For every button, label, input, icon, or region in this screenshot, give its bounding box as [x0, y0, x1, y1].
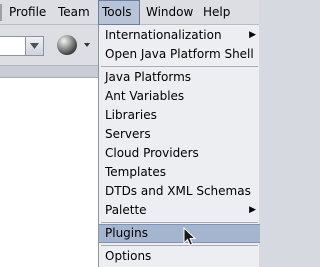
menu-item-templates[interactable]: Templates [99, 163, 260, 182]
tools-menu: Internationalization ▶ Open Java Platfor… [98, 25, 260, 267]
menu-divider [101, 245, 258, 246]
menu-item-label: Libraries [105, 108, 157, 122]
editor-panel [0, 77, 100, 267]
menu-team[interactable]: Team [55, 0, 93, 25]
menu-item-ant-variables[interactable]: Ant Variables [99, 87, 260, 106]
menu-item-label: Internationalization [105, 28, 222, 42]
menu-item-label: Ant Variables [105, 89, 185, 103]
menu-help[interactable]: Help [200, 0, 233, 25]
menu-item-label: Java Platforms [105, 70, 192, 84]
mouse-pointer-icon [183, 227, 197, 246]
chevron-down-icon [30, 43, 39, 49]
toolbar [0, 25, 100, 65]
menu-item-internationalization[interactable]: Internationalization ▶ [99, 26, 260, 45]
menu-item-servers[interactable]: Servers [99, 125, 260, 144]
menu-item-label: Templates [105, 165, 167, 179]
menu-item-cloud-providers[interactable]: Cloud Providers [99, 144, 260, 163]
menu-bar: Profile Team Tools Window Help [0, 0, 259, 25]
menu-divider [101, 66, 258, 67]
combo-dropdown-button[interactable] [25, 37, 43, 55]
menu-item-label: Open Java Platform Shell [105, 47, 254, 61]
submenu-arrow-icon: ▶ [249, 30, 256, 40]
submenu-arrow-icon: ▶ [249, 205, 256, 215]
menu-profile[interactable]: Profile [6, 0, 49, 25]
menu-item-options[interactable]: Options [99, 247, 260, 266]
menu-item-java-platforms[interactable]: Java Platforms [99, 68, 260, 87]
menu-divider [101, 222, 258, 223]
toolbar-band [0, 65, 100, 77]
menu-item-palette[interactable]: Palette ▶ [99, 201, 260, 220]
menubar-separator [0, 4, 2, 21]
menu-item-open-java-platform-shell[interactable]: Open Java Platform Shell [99, 45, 260, 64]
menu-item-label: DTDs and XML Schemas [105, 184, 251, 198]
menu-item-label: Palette [105, 203, 147, 217]
menu-item-label: Cloud Providers [105, 146, 199, 160]
menu-window[interactable]: Window [143, 0, 196, 25]
menu-item-dtds-and-xml-schemas[interactable]: DTDs and XML Schemas [99, 182, 260, 201]
menu-item-plugins[interactable]: Plugins [99, 224, 260, 243]
menu-item-label: Plugins [105, 226, 148, 240]
menu-tools[interactable]: Tools [98, 0, 140, 25]
globe-icon[interactable] [56, 34, 78, 56]
caret-down-icon[interactable] [84, 43, 90, 47]
menu-item-label: Servers [105, 127, 151, 141]
configuration-combo[interactable] [0, 36, 44, 56]
menu-item-label: Options [105, 249, 152, 263]
menu-item-libraries[interactable]: Libraries [99, 106, 260, 125]
